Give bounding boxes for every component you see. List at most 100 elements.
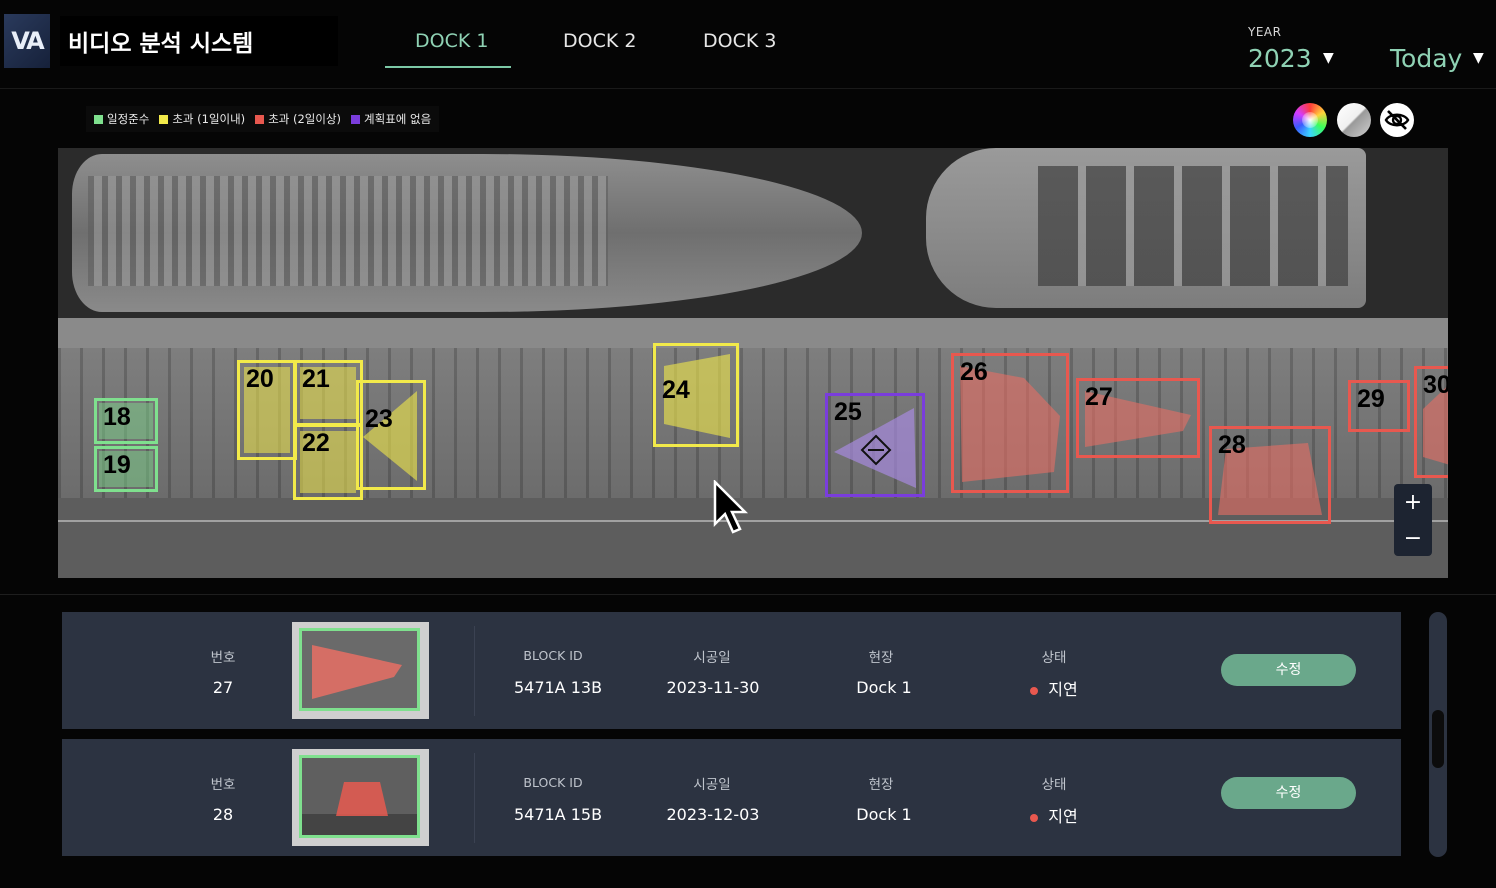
zoom-in-button[interactable]: + xyxy=(1394,488,1432,518)
column-divider xyxy=(474,626,475,716)
status-legend: 일정준수 초과 (1일이내) 초과 (2일이상) 계획표에 없음 xyxy=(86,106,440,132)
legend-item-on-schedule: 일정준수 xyxy=(94,111,149,127)
year-select[interactable]: 2023 xyxy=(1248,44,1312,73)
block-label: 23 xyxy=(365,405,393,433)
status-value: 지연 xyxy=(974,803,1134,827)
no-header: 번호 xyxy=(210,777,236,793)
tab-dock-1[interactable]: DOCK 1 xyxy=(415,30,488,52)
site-header: 현장 xyxy=(868,650,894,666)
block-box-29[interactable]: 29 xyxy=(1348,380,1410,432)
block-label: 27 xyxy=(1085,383,1113,411)
ship-1-deck xyxy=(88,176,608,286)
app-title: 비디오 분석 시스템 xyxy=(68,31,254,57)
no-value: 28 xyxy=(212,805,234,824)
status-header: 상태 xyxy=(1041,650,1067,666)
thumbnail-block-shape xyxy=(302,758,417,835)
date-header: 시공일 xyxy=(693,777,731,793)
date-header: 시공일 xyxy=(693,650,731,666)
block-box-21[interactable]: 21 xyxy=(293,360,363,426)
block-thumbnail[interactable] xyxy=(292,749,429,846)
legend-item-over-1day: 초과 (1일이내) xyxy=(159,111,245,127)
block-label: 22 xyxy=(302,429,330,457)
eye-off-icon[interactable] xyxy=(1380,103,1414,137)
list-item[interactable]: 번호 27 BLOCK ID 5471A 13B 시공일 2023-11-30 … xyxy=(62,612,1401,729)
zoom-out-button[interactable]: − xyxy=(1394,524,1432,554)
block-label: 19 xyxy=(103,451,131,479)
block-label: 20 xyxy=(246,365,274,393)
no-header: 번호 xyxy=(210,650,236,666)
thumbnail-image xyxy=(299,755,420,838)
block-label: 26 xyxy=(960,358,988,386)
block-box-28[interactable]: 28 xyxy=(1209,426,1331,524)
header-divider xyxy=(0,88,1496,89)
date-value: 2023-12-03 xyxy=(666,805,760,824)
quay-edge xyxy=(58,318,1448,348)
mouse-cursor-icon xyxy=(713,480,749,534)
year-dropdown-icon[interactable]: ▼ xyxy=(1323,50,1334,66)
legend-swatch xyxy=(351,114,361,124)
status-header: 상태 xyxy=(1041,777,1067,793)
block-label: 30 xyxy=(1423,371,1448,399)
block-id-header: BLOCK ID xyxy=(523,775,583,790)
app-logo: VA xyxy=(4,14,50,68)
site-value: Dock 1 xyxy=(856,678,912,697)
block-shape xyxy=(363,391,417,481)
scrollbar-thumb[interactable] xyxy=(1432,710,1444,768)
block-label: 25 xyxy=(834,398,862,426)
block-box-22[interactable]: 22 xyxy=(293,424,363,500)
grayscale-mode-icon[interactable] xyxy=(1337,103,1371,137)
block-box-18[interactable]: 18 xyxy=(94,398,158,444)
date-dropdown-icon[interactable]: ▼ xyxy=(1473,50,1484,66)
eye-off-glyph xyxy=(1384,110,1410,130)
block-label: 18 xyxy=(103,403,131,431)
block-box-30[interactable]: 30 xyxy=(1414,366,1448,478)
status-text: 지연 xyxy=(1048,680,1078,699)
thumbnail-block-shape xyxy=(302,631,417,708)
ship-2-holds xyxy=(1038,166,1348,286)
block-label: 21 xyxy=(302,365,330,393)
block-box-26[interactable]: 26 xyxy=(951,353,1069,493)
block-box-19[interactable]: 19 xyxy=(94,446,158,492)
tab-dock-3[interactable]: DOCK 3 xyxy=(703,30,776,52)
date-select[interactable]: Today xyxy=(1390,44,1462,73)
block-label: 24 xyxy=(662,376,690,404)
tab-dock-2[interactable]: DOCK 2 xyxy=(563,30,636,52)
status-dot xyxy=(1030,686,1039,695)
status-value: 지연 xyxy=(974,676,1134,700)
no-value: 27 xyxy=(212,678,234,697)
block-id-value: 5471A 13B xyxy=(513,678,603,697)
column-divider xyxy=(474,753,475,843)
block-box-27[interactable]: 27 xyxy=(1076,378,1200,458)
block-thumbnail[interactable] xyxy=(292,622,429,719)
date-value: 2023-11-30 xyxy=(666,678,760,697)
section-divider xyxy=(0,594,1496,595)
dock-map[interactable]: 18 19 20 21 22 23 24 25 26 27 28 29 30 xyxy=(58,148,1448,578)
status-dot xyxy=(1030,813,1039,822)
block-label: 28 xyxy=(1218,431,1246,459)
legend-swatch xyxy=(159,114,169,124)
legend-swatch xyxy=(255,114,265,124)
block-box-20[interactable]: 20 xyxy=(237,360,297,460)
edit-button[interactable]: 수정 xyxy=(1221,777,1356,809)
block-id-value: 5471A 15B xyxy=(513,805,603,824)
block-box-23[interactable]: 23 xyxy=(356,380,426,490)
block-id-header: BLOCK ID xyxy=(523,648,583,663)
legend-label: 일정준수 xyxy=(107,112,150,126)
site-value: Dock 1 xyxy=(856,805,912,824)
list-item[interactable]: 번호 28 BLOCK ID 5471A 15B 시공일 2023-12-03 … xyxy=(62,739,1401,856)
block-box-24[interactable]: 24 xyxy=(653,343,739,447)
legend-label: 초과 (1일이내) xyxy=(172,112,246,126)
color-mode-icon[interactable] xyxy=(1293,103,1327,137)
block-label: 29 xyxy=(1357,385,1385,413)
app-title-box: 비디오 분석 시스템 xyxy=(60,16,338,66)
edit-button[interactable]: 수정 xyxy=(1221,654,1356,686)
legend-item-unplanned: 계획표에 없음 xyxy=(351,111,431,127)
legend-label: 초과 (2일이상) xyxy=(268,112,342,126)
block-box-25[interactable]: 25 xyxy=(825,393,925,497)
thumbnail-image xyxy=(299,628,420,711)
status-text: 지연 xyxy=(1048,807,1078,826)
logo-text: VA xyxy=(11,27,45,55)
legend-swatch xyxy=(94,114,103,124)
site-header: 현장 xyxy=(868,777,894,793)
legend-label: 계획표에 없음 xyxy=(364,112,432,126)
